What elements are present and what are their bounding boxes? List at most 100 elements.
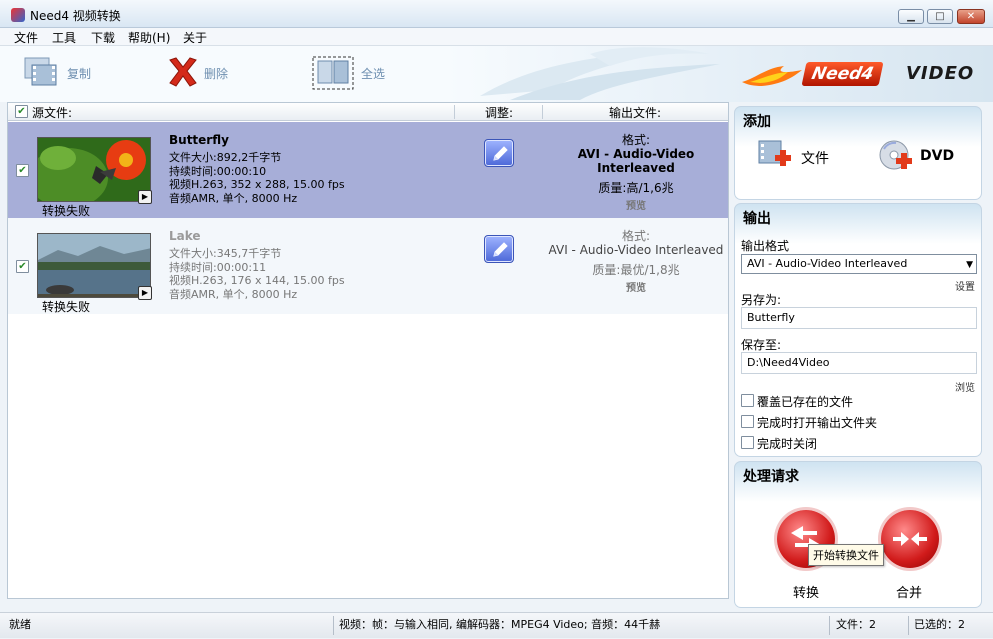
add-dvd-label: DVD [920, 148, 955, 164]
need4-video-logo: Need4 VIDEO [742, 60, 978, 90]
settings-link[interactable]: 设置 [955, 278, 975, 293]
output-info: 格式: AVI - Audio-Video Interleaved 质量:最优/… [544, 229, 728, 296]
add-panel: 添加 文件 DVD [734, 106, 982, 200]
file-checkbox[interactable]: ✔ [16, 260, 29, 273]
save-to-label: 保存至: [741, 338, 782, 352]
dvd-disc-icon [879, 140, 912, 170]
status-media-info: 视频：帧：与输入相同, 编解码器：MPEG4 Video; 音频：44千赫 [339, 618, 661, 631]
decorative-swirl [480, 47, 720, 100]
status-bar: 就绪 视频：帧：与输入相同, 编解码器：MPEG4 Video; 音频：44千赫… [0, 612, 993, 638]
delete-x-icon [169, 57, 197, 87]
output-format-value: AVI - Audio-Video Interleaved [747, 257, 908, 270]
preview-link[interactable]: 预览 [544, 200, 728, 214]
header-divider [542, 105, 543, 119]
status-file-count: 文件：2 [836, 618, 876, 631]
select-all-icon [312, 56, 354, 90]
add-file-icon [758, 140, 791, 166]
close-on-done-label: 完成时关闭 [757, 437, 818, 451]
file-list: ✔ 源文件: 调整: 输出文件: ✔ ▶ 转换失败 Butterfly 文件大小… [7, 102, 729, 599]
merge-label: 合并 [896, 586, 923, 601]
output-panel-title: 输出 [743, 211, 771, 227]
app-icon [11, 8, 25, 22]
menu-bar: 文件 工具 下载 帮助(H) 关于 [0, 28, 993, 46]
file-video-info: 视频H.263, 176 x 144, 15.00 fps [169, 274, 345, 287]
header-divider [454, 105, 455, 119]
process-panel-title: 处理请求 [743, 469, 799, 485]
add-dvd-button[interactable]: DVD [878, 139, 978, 173]
output-panel: 输出 输出格式 AVI - Audio-Video Interleaved ▼ … [734, 203, 982, 457]
delete-label: 删除 [204, 67, 229, 81]
copy-label: 复制 [67, 67, 92, 81]
close-button[interactable]: ✕ [957, 9, 985, 24]
logo-need4-text: Need4 [801, 62, 884, 86]
chevron-down-icon: ▼ [966, 260, 973, 270]
file-metadata: 文件大小:892,2千字节 持续时间:00:00:10 视频H.263, 352… [169, 151, 345, 205]
output-format: AVI - Audio-Video Interleaved [577, 147, 695, 175]
file-duration: 持续时间:00:00:11 [169, 260, 267, 274]
status-text: 就绪 [9, 618, 31, 631]
file-name: Lake [169, 229, 201, 243]
format-label: 格式: [621, 133, 651, 147]
convert-tooltip: 开始转换文件 [808, 544, 884, 566]
minimize-button[interactable]: ▁ [898, 9, 924, 24]
status-divider [829, 616, 830, 635]
save-to-input[interactable]: D:\Need4Video [741, 352, 977, 374]
menu-about[interactable]: 关于 [183, 29, 207, 46]
menu-help[interactable]: 帮助(H) [128, 29, 170, 46]
flame-icon [742, 66, 802, 86]
output-quality: 质量:高/1,6兆 [598, 181, 674, 195]
copy-button[interactable]: 复制 [24, 56, 104, 90]
file-size: 文件大小:892,2千字节 [169, 151, 282, 164]
status-divider [908, 616, 909, 635]
output-format-select[interactable]: AVI - Audio-Video Interleaved ▼ [741, 254, 977, 274]
file-audio-info: 音频AMR, 单个, 8000 Hz [169, 191, 298, 205]
file-name: Butterfly [169, 133, 229, 147]
delete-button[interactable]: 删除 [166, 56, 246, 90]
overwrite-label: 覆盖已存在的文件 [757, 395, 854, 409]
merge-arrows-icon [893, 532, 927, 546]
format-label: 格式: [621, 229, 651, 243]
add-file-label: 文件 [801, 151, 829, 167]
save-as-input[interactable]: Butterfly [741, 307, 977, 329]
video-thumbnail [37, 233, 151, 298]
save-as-label: 另存为: [741, 293, 782, 307]
file-metadata: 文件大小:345,7千字节 持续时间:00:00:11 视频H.263, 176… [169, 247, 345, 301]
file-row-lake[interactable]: ✔ ▶ 转换失败 Lake 文件大小:345,7千字节 持续时间:00:00:1… [8, 218, 728, 314]
list-header: ✔ 源文件: 调整: 输出文件: [8, 103, 728, 121]
menu-file[interactable]: 文件 [14, 29, 38, 46]
play-button[interactable]: ▶ [138, 190, 152, 204]
close-on-done-checkbox[interactable] [741, 436, 754, 449]
menu-download[interactable]: 下载 [91, 29, 115, 46]
video-thumbnail [37, 137, 151, 202]
play-button[interactable]: ▶ [138, 286, 152, 300]
file-video-info: 视频H.263, 352 x 288, 15.00 fps [169, 178, 345, 191]
process-panel: 处理请求 [734, 461, 982, 608]
open-folder-checkbox[interactable] [741, 415, 754, 428]
add-file-button[interactable]: 文件 [757, 139, 857, 173]
browse-link[interactable]: 浏览 [955, 379, 975, 394]
output-info: 格式: AVI - Audio-Video Interleaved 质量:高/1… [544, 133, 728, 214]
conversion-status: 转换失败 [42, 300, 91, 314]
file-checkbox[interactable]: ✔ [16, 164, 29, 177]
status-selected-count: 已选的：2 [914, 618, 965, 631]
add-panel-title: 添加 [743, 114, 771, 130]
open-folder-label: 完成时打开输出文件夹 [757, 416, 878, 430]
film-copy-icon [24, 57, 57, 86]
toolbar: 复制 删除 全选 Need4 VIDEO [0, 46, 993, 102]
maximize-button[interactable]: □ [927, 9, 953, 24]
preview-link[interactable]: 预览 [544, 282, 728, 296]
merge-button[interactable] [881, 510, 939, 568]
status-divider [333, 616, 334, 635]
select-all-label: 全选 [361, 67, 386, 81]
overwrite-checkbox[interactable] [741, 394, 754, 407]
edit-button[interactable] [484, 235, 514, 263]
select-all-button[interactable]: 全选 [312, 56, 392, 90]
file-row-butterfly[interactable]: ✔ ▶ 转换失败 Butterfly 文件大小:892,2千字节 持续时间:00… [8, 122, 728, 218]
conversion-status: 转换失败 [42, 204, 91, 218]
file-audio-info: 音频AMR, 单个, 8000 Hz [169, 287, 298, 301]
menu-tools[interactable]: 工具 [52, 29, 76, 46]
select-all-checkbox[interactable]: ✔ [15, 105, 28, 118]
edit-button[interactable] [484, 139, 514, 167]
header-adjust: 调整: [485, 106, 514, 120]
convert-label: 转换 [793, 586, 820, 601]
